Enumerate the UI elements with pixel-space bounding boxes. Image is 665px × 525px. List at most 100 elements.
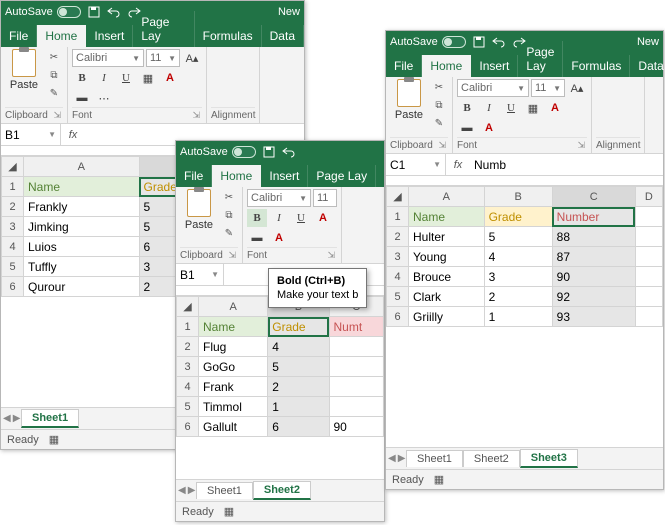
col-header-b[interactable]: B bbox=[484, 187, 552, 207]
tab-file[interactable]: File bbox=[176, 165, 212, 187]
row-header[interactable]: 1 bbox=[2, 177, 24, 197]
autosave-toggle[interactable]: AutoSave bbox=[5, 6, 81, 18]
font-name-select[interactable]: Calibri▼ bbox=[72, 49, 144, 67]
cell[interactable]: Name bbox=[199, 317, 268, 337]
font-color-icon[interactable]: A bbox=[479, 119, 499, 137]
col-header-d[interactable]: D bbox=[635, 187, 662, 207]
cell[interactable]: Name bbox=[409, 207, 485, 227]
tab-insert[interactable]: Insert bbox=[86, 25, 133, 47]
row-header[interactable]: 6 bbox=[387, 307, 409, 327]
cell[interactable]: Name bbox=[24, 177, 140, 197]
cell[interactable] bbox=[635, 207, 662, 227]
cell[interactable]: 4 bbox=[268, 337, 329, 357]
row-header[interactable]: 3 bbox=[2, 217, 24, 237]
cell[interactable]: Grade bbox=[484, 207, 552, 227]
row-header[interactable]: 5 bbox=[177, 397, 199, 417]
row-header[interactable]: 4 bbox=[177, 377, 199, 397]
copy-icon[interactable]: ⧉ bbox=[430, 97, 448, 113]
font-size-select[interactable]: 11▼ bbox=[146, 49, 180, 67]
cell[interactable]: Tuffly bbox=[24, 257, 140, 277]
font-name-select[interactable]: Calibri▼ bbox=[247, 189, 311, 207]
cell[interactable]: Qurour bbox=[24, 277, 140, 297]
cell-selected[interactable]: Number bbox=[552, 207, 635, 227]
cell[interactable]: 87 bbox=[552, 247, 635, 267]
sheet-tab-2[interactable]: Sheet2 bbox=[253, 481, 311, 500]
format-painter-icon[interactable]: ✎ bbox=[45, 85, 63, 101]
fx-icon[interactable]: fx bbox=[61, 129, 85, 141]
tab-page-layout[interactable]: Page Lay bbox=[518, 41, 563, 77]
cell[interactable]: Brouce bbox=[409, 267, 485, 287]
cell[interactable]: Jimking bbox=[24, 217, 140, 237]
cell[interactable] bbox=[329, 377, 384, 397]
paste-button[interactable]: Paste bbox=[390, 79, 428, 137]
sheet-tab-1[interactable]: Sheet1 bbox=[406, 450, 463, 467]
tab-file[interactable]: File bbox=[1, 25, 37, 47]
fx-icon[interactable]: fx bbox=[446, 159, 470, 171]
cell[interactable]: 90 bbox=[552, 267, 635, 287]
cell[interactable] bbox=[329, 337, 384, 357]
spreadsheet-grid[interactable]: ◢ A B C D 1 Name Grade Number 2Hulter588… bbox=[386, 186, 663, 447]
cell[interactable]: 6 bbox=[268, 417, 329, 437]
cell[interactable]: Hulter bbox=[409, 227, 485, 247]
sheet-tab-3[interactable]: Sheet3 bbox=[520, 449, 578, 468]
row-header[interactable]: 3 bbox=[387, 247, 409, 267]
cell[interactable]: Frankly bbox=[24, 197, 140, 217]
row-header[interactable]: 1 bbox=[387, 207, 409, 227]
cell[interactable]: Clark bbox=[409, 287, 485, 307]
more-icon[interactable]: ⋯ bbox=[94, 89, 114, 107]
tab-data[interactable]: Data bbox=[262, 25, 304, 47]
cell[interactable]: GoGo bbox=[199, 357, 268, 377]
grow-font-icon[interactable]: A▴ bbox=[182, 49, 202, 67]
autosave-toggle[interactable]: AutoSave bbox=[180, 146, 256, 158]
cell[interactable]: Griilly bbox=[409, 307, 485, 327]
underline-button[interactable]: U bbox=[291, 209, 311, 227]
dialog-launcher-icon[interactable]: ⇲ bbox=[325, 250, 337, 261]
select-all-corner[interactable]: ◢ bbox=[177, 297, 199, 317]
cell[interactable]: Flug bbox=[199, 337, 268, 357]
sheet-nav-prev-icon[interactable]: ◀ bbox=[388, 453, 396, 464]
sheet-tab-1[interactable]: Sheet1 bbox=[196, 482, 253, 499]
tab-page-layout[interactable]: Page Lay bbox=[133, 11, 194, 47]
font-color-icon[interactable]: A bbox=[269, 229, 289, 247]
dialog-launcher-icon[interactable]: ⇲ bbox=[190, 110, 202, 121]
formula-input[interactable]: Numb bbox=[470, 154, 663, 175]
name-box[interactable]: B1▼ bbox=[1, 124, 61, 145]
fill-color-icon[interactable]: ▬ bbox=[457, 119, 477, 137]
cell[interactable]: Frank bbox=[199, 377, 268, 397]
toggle-off-icon[interactable] bbox=[232, 146, 256, 158]
col-header-a[interactable]: A bbox=[409, 187, 485, 207]
cell[interactable] bbox=[329, 357, 384, 377]
cell[interactable]: Numt bbox=[329, 317, 384, 337]
tab-page-layout[interactable]: Page Lay bbox=[308, 165, 376, 187]
cell[interactable]: 1 bbox=[484, 307, 552, 327]
select-all-corner[interactable]: ◢ bbox=[387, 187, 409, 207]
copy-icon[interactable]: ⧉ bbox=[220, 207, 238, 223]
row-header[interactable]: 2 bbox=[387, 227, 409, 247]
sheet-nav-next-icon[interactable]: ▶ bbox=[13, 413, 21, 424]
cell[interactable] bbox=[635, 267, 662, 287]
row-header[interactable]: 3 bbox=[177, 357, 199, 377]
cell[interactable]: 4 bbox=[484, 247, 552, 267]
cell[interactable] bbox=[635, 247, 662, 267]
tab-formulas[interactable]: Formulas bbox=[563, 55, 630, 77]
italic-button[interactable]: I bbox=[479, 99, 499, 117]
cell[interactable]: 2 bbox=[484, 287, 552, 307]
paste-button[interactable]: Paste bbox=[180, 189, 218, 247]
col-header-c[interactable]: C bbox=[552, 187, 635, 207]
dialog-launcher-icon[interactable]: ⇲ bbox=[226, 250, 238, 261]
sheet-tab-2[interactable]: Sheet2 bbox=[463, 450, 520, 467]
bold-button[interactable]: B bbox=[247, 209, 267, 227]
paste-button[interactable]: Paste bbox=[5, 49, 43, 107]
cell[interactable]: 90 bbox=[329, 417, 384, 437]
dialog-launcher-icon[interactable]: ⇲ bbox=[575, 140, 587, 151]
cell[interactable]: 88 bbox=[552, 227, 635, 247]
row-header[interactable]: 4 bbox=[2, 237, 24, 257]
copy-icon[interactable]: ⧉ bbox=[45, 67, 63, 83]
row-header[interactable]: 6 bbox=[2, 277, 24, 297]
fill-color-icon[interactable]: ▬ bbox=[72, 89, 92, 107]
cell[interactable]: 92 bbox=[552, 287, 635, 307]
row-header[interactable]: 6 bbox=[177, 417, 199, 437]
tab-insert[interactable]: Insert bbox=[471, 55, 518, 77]
tab-home[interactable]: Home bbox=[422, 55, 471, 77]
dialog-launcher-icon[interactable]: ⇲ bbox=[436, 140, 448, 151]
